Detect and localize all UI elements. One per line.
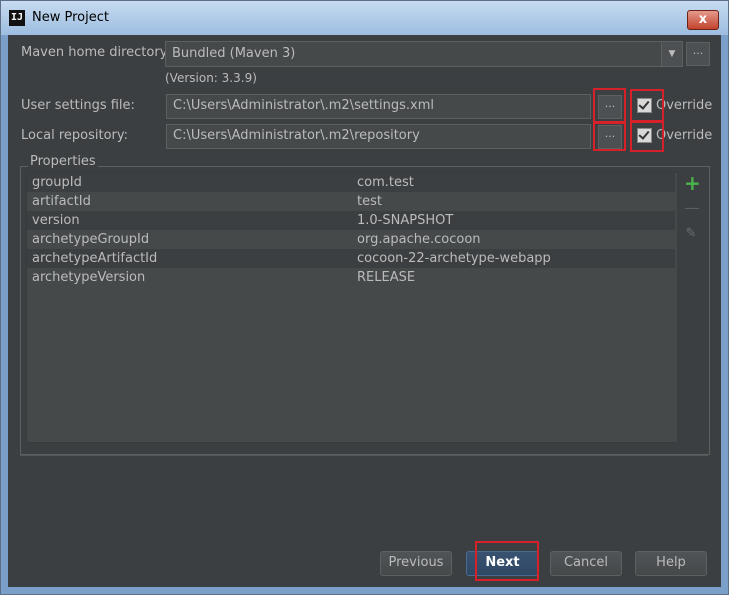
property-key: artifactId	[32, 194, 91, 209]
intellij-app-icon: IJ	[9, 10, 25, 26]
cancel-button[interactable]: Cancel	[550, 551, 622, 576]
table-row[interactable]: artifactId test	[27, 192, 675, 211]
properties-title: Properties	[28, 154, 98, 169]
table-row[interactable]: version 1.0-SNAPSHOT	[27, 211, 675, 230]
table-row[interactable]: archetypeArtifactId cocoon-22-archetype-…	[27, 249, 675, 268]
plus-icon[interactable]: +	[684, 173, 701, 193]
maven-home-value: Bundled (Maven 3)	[172, 46, 296, 61]
maven-home-label: Maven home directory:	[21, 45, 171, 60]
property-key: archetypeVersion	[32, 270, 146, 285]
highlight-box	[593, 121, 626, 151]
table-row[interactable]: archetypeGroupId org.apache.cocoon	[27, 230, 675, 249]
close-button[interactable]: x	[687, 10, 719, 30]
user-settings-value: C:\Users\Administrator\.m2\settings.xml	[173, 98, 435, 113]
local-repository-override-label: Override	[656, 128, 713, 143]
previous-button[interactable]: Previous	[380, 551, 452, 576]
local-repository-label: Local repository:	[21, 128, 128, 143]
maven-home-browse-button[interactable]: ...	[686, 42, 710, 66]
divider	[20, 455, 708, 456]
local-repository-field[interactable]: C:\Users\Administrator\.m2\repository	[166, 124, 591, 149]
highlight-box	[593, 88, 626, 124]
property-value: 1.0-SNAPSHOT	[357, 213, 454, 228]
dialog-content: Maven home directory: Bundled (Maven 3) …	[8, 35, 721, 587]
new-project-window: IJ New Project x Maven home directory: B…	[0, 0, 729, 595]
highlight-box	[630, 121, 664, 152]
properties-table[interactable]: groupId com.test artifactId test version…	[26, 172, 679, 443]
chevron-down-icon[interactable]: ▼	[661, 42, 682, 66]
maven-home-combo[interactable]: Bundled (Maven 3) ▼	[165, 41, 683, 67]
user-settings-field[interactable]: C:\Users\Administrator\.m2\settings.xml	[166, 94, 591, 119]
minus-icon[interactable]: —	[684, 200, 700, 216]
table-row[interactable]: archetypeVersion RELEASE	[27, 268, 675, 287]
properties-toolbar: + — ✎	[677, 172, 705, 441]
highlight-box	[475, 541, 539, 581]
property-value: test	[357, 194, 382, 209]
title-bar[interactable]: IJ New Project x	[1, 1, 728, 35]
property-key: archetypeArtifactId	[32, 251, 158, 266]
pencil-icon[interactable]: ✎	[684, 226, 698, 241]
property-value: cocoon-22-archetype-webapp	[357, 251, 551, 266]
help-button[interactable]: Help	[635, 551, 707, 576]
property-value: org.apache.cocoon	[357, 232, 481, 247]
property-value: com.test	[357, 175, 414, 190]
maven-version: (Version: 3.3.9)	[165, 71, 257, 85]
highlight-box	[630, 89, 664, 122]
user-settings-label: User settings file:	[21, 98, 135, 113]
window-title: New Project	[32, 10, 109, 25]
user-settings-override-label: Override	[656, 98, 713, 113]
property-value: RELEASE	[357, 270, 416, 285]
property-key: archetypeGroupId	[32, 232, 150, 247]
property-key: version	[32, 213, 80, 228]
table-row[interactable]: groupId com.test	[27, 173, 675, 192]
local-repository-value: C:\Users\Administrator\.m2\repository	[173, 128, 420, 143]
property-key: groupId	[32, 175, 82, 190]
